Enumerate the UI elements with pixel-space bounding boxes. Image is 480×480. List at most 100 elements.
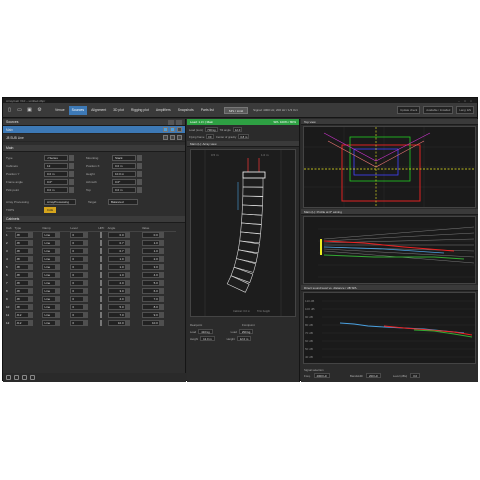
- cell-select[interactable]: Line: [42, 232, 57, 239]
- cell-input[interactable]: 0.0: [107, 232, 126, 239]
- cell-input[interactable]: 8.0: [141, 304, 160, 310]
- cell-select[interactable]: Line: [42, 280, 57, 286]
- table-row[interactable]: 1 J8 Line 0 0.0 0.0: [6, 231, 176, 239]
- hpf-checkbox[interactable]: [100, 280, 103, 286]
- stepper-icon[interactable]: [159, 288, 164, 294]
- cell-select[interactable]: 0: [70, 312, 85, 318]
- cell-input[interactable]: 0.7: [107, 240, 126, 246]
- stepper-icon[interactable]: [137, 187, 142, 193]
- cell-select[interactable]: J8: [14, 272, 29, 278]
- profile-plot[interactable]: [303, 216, 476, 284]
- dropdown-icon[interactable]: [56, 296, 61, 302]
- cell-select[interactable]: 0: [70, 272, 85, 278]
- cell-input[interactable]: 1.0: [107, 264, 126, 270]
- cell-select[interactable]: 0: [70, 288, 85, 294]
- stepper-icon[interactable]: [125, 304, 130, 310]
- field-input[interactable]: 0.0 m: [44, 187, 68, 193]
- stepper-icon[interactable]: [125, 264, 130, 270]
- cell-input[interactable]: 5.0: [107, 304, 126, 310]
- tab-3d-plot[interactable]: 3D plot: [110, 106, 127, 115]
- bandwidth-select[interactable]: 200 Hz: [366, 373, 381, 378]
- remove-source-icon[interactable]: [176, 119, 182, 125]
- hpf-checkbox[interactable]: [100, 272, 103, 278]
- stepper-icon[interactable]: [69, 187, 74, 193]
- active-checkbox[interactable]: [170, 127, 175, 132]
- table-row[interactable]: 3 J8 Line 0 0.7 1.0: [6, 247, 176, 255]
- mute-checkbox[interactable]: [177, 135, 182, 140]
- cell-select[interactable]: Line: [42, 320, 57, 326]
- hpf-checkbox[interactable]: [100, 248, 103, 254]
- stepper-icon[interactable]: [159, 256, 164, 262]
- stepper-icon[interactable]: [125, 296, 130, 302]
- stepper-icon[interactable]: [159, 232, 164, 239]
- update-check-box[interactable]: Update check: [397, 106, 421, 114]
- cell-select[interactable]: J8: [14, 264, 29, 270]
- top-view-plot[interactable]: [303, 126, 476, 208]
- stepper-icon[interactable]: [159, 304, 164, 310]
- dropdown-icon[interactable]: [56, 240, 61, 246]
- dropdown-icon[interactable]: [84, 248, 89, 254]
- stepper-icon[interactable]: [125, 312, 130, 318]
- cell-input[interactable]: 4.0: [107, 296, 126, 302]
- cell-select[interactable]: 0: [70, 280, 85, 286]
- mute-checkbox[interactable]: [177, 127, 182, 132]
- cell-input[interactable]: 1.0: [141, 248, 160, 254]
- dropdown-icon[interactable]: [84, 272, 89, 278]
- dropdown-icon[interactable]: [28, 312, 33, 318]
- dropdown-icon[interactable]: [56, 304, 61, 310]
- dropdown-icon[interactable]: [28, 280, 33, 286]
- stepper-icon[interactable]: [125, 232, 130, 239]
- cell-select[interactable]: 0: [70, 296, 85, 302]
- stepper-icon[interactable]: [159, 248, 164, 254]
- dropdown-icon[interactable]: [84, 240, 89, 246]
- tab-rigging-plot[interactable]: Rigging plot: [128, 106, 152, 115]
- stepper-icon[interactable]: [69, 179, 74, 185]
- processing-select[interactable]: ArrayProcessing: [44, 199, 76, 205]
- hpf-checkbox[interactable]: [100, 240, 103, 246]
- source-item-main[interactable]: Main: [3, 126, 185, 134]
- dropdown-icon[interactable]: [28, 272, 33, 278]
- stepper-icon[interactable]: [159, 312, 164, 318]
- dropdown-icon[interactable]: [84, 280, 89, 286]
- front-height-input[interactable]: 12.0 m: [236, 336, 252, 341]
- table-row[interactable]: 6 J8 Line 0 1.0 4.0: [6, 271, 176, 279]
- install-status-box[interactable]: Available / Installed: [423, 106, 454, 114]
- cell-input[interactable]: 10.0: [107, 320, 126, 326]
- cell-input[interactable]: 0.7: [107, 248, 126, 254]
- cell-select[interactable]: 0: [70, 320, 85, 326]
- dropdown-icon[interactable]: [56, 264, 61, 270]
- tab-sources[interactable]: Sources: [68, 105, 88, 115]
- dropdown-icon[interactable]: [56, 312, 61, 318]
- field-input[interactable]: 0.0 m: [112, 163, 136, 169]
- cell-select[interactable]: 0: [70, 256, 85, 262]
- cell-select[interactable]: 0: [70, 232, 85, 239]
- cell-select[interactable]: Line: [42, 272, 57, 278]
- stepper-icon[interactable]: [125, 280, 130, 286]
- cell-select[interactable]: 0: [70, 304, 85, 310]
- cell-select[interactable]: Line: [42, 312, 57, 318]
- table-row[interactable]: 5 J8 Line 0 1.0 3.0: [6, 263, 176, 271]
- field-input[interactable]: Stack: [112, 155, 136, 161]
- dropdown-icon[interactable]: [84, 320, 89, 326]
- table-row[interactable]: 10 J8 Line 0 5.0 8.0: [6, 303, 176, 311]
- add-source-icon[interactable]: [168, 119, 174, 125]
- tab-amplifiers[interactable]: Amplifiers: [153, 106, 174, 115]
- hpf-checkbox[interactable]: [100, 232, 103, 239]
- dropdown-icon[interactable]: [84, 304, 89, 310]
- table-row[interactable]: 8 J8 Line 0 3.0 6.0: [6, 287, 176, 295]
- cell-select[interactable]: J8: [14, 248, 29, 254]
- hpf-checkbox[interactable]: [100, 312, 103, 318]
- cell-input[interactable]: 6.0: [141, 288, 160, 294]
- new-file-icon[interactable]: ▯: [6, 107, 13, 114]
- redo-icon[interactable]: [22, 375, 27, 380]
- tab-alignment[interactable]: Alignment: [88, 106, 109, 115]
- dropdown-icon[interactable]: [28, 248, 33, 254]
- stepper-icon[interactable]: [159, 296, 164, 302]
- dropdown-icon[interactable]: [28, 296, 33, 302]
- cell-select[interactable]: Line: [42, 256, 57, 262]
- cell-select[interactable]: Line: [42, 304, 57, 310]
- dropdown-icon[interactable]: [28, 232, 33, 239]
- tab-snapshots[interactable]: Snapshots: [175, 106, 197, 115]
- dropdown-icon[interactable]: [28, 304, 33, 310]
- stepper-icon[interactable]: [125, 248, 130, 254]
